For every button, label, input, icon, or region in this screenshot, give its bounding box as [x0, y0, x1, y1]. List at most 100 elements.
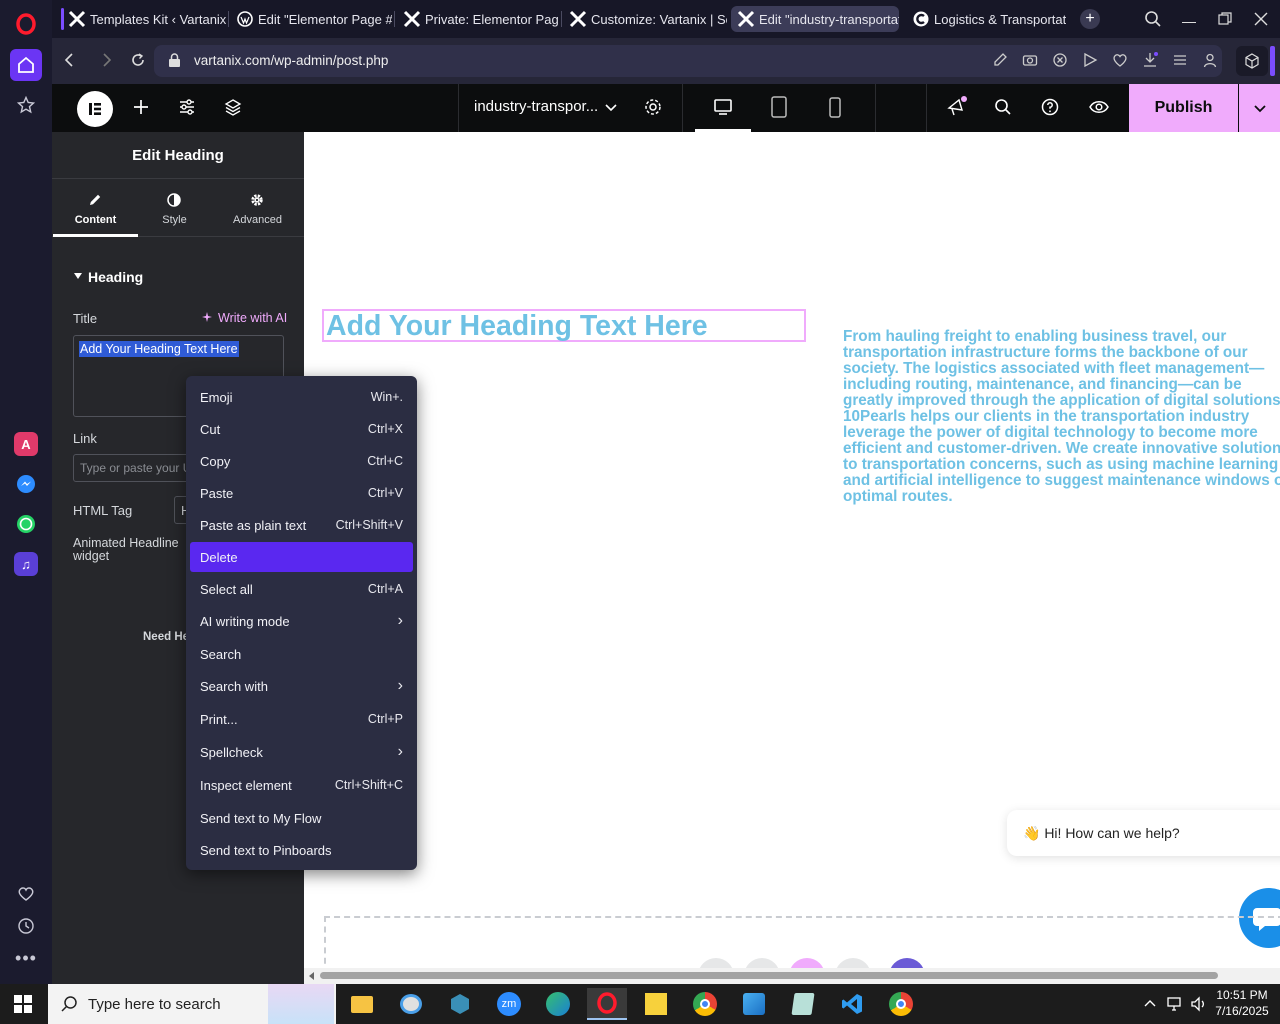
play-icon[interactable]: [1082, 52, 1098, 68]
scroll-left-arrow-icon[interactable]: [308, 972, 316, 980]
page-settings-gear-icon[interactable]: [644, 98, 662, 116]
tab-5[interactable]: Edit "industry-transportati: [731, 6, 899, 32]
aria-app-icon[interactable]: A: [10, 428, 42, 460]
heading-text: Add Your Heading Text Here: [326, 310, 708, 342]
hex-app-icon[interactable]: [440, 988, 480, 1020]
taskbar-search-box[interactable]: Type here to search: [48, 984, 336, 1024]
scrollbar-thumb[interactable]: [320, 972, 1218, 979]
paint-app-icon[interactable]: [391, 988, 431, 1020]
tab-3[interactable]: Private: Elementor Page #: [397, 6, 559, 32]
write-with-ai-button[interactable]: Write with AI: [202, 311, 287, 325]
horizontal-scrollbar[interactable]: [304, 968, 1280, 984]
volume-icon[interactable]: [1190, 996, 1208, 1012]
menu-item-print[interactable]: Print... Ctrl+P: [190, 704, 413, 734]
menu-item-inspect-element[interactable]: Inspect element Ctrl+Shift+C: [190, 770, 413, 800]
settings-sliders-icon[interactable]: [178, 98, 196, 116]
tab-1[interactable]: Templates Kit ‹ Vartanix —: [62, 6, 226, 32]
windows-start-icon[interactable]: [14, 995, 32, 1013]
add-element-icon[interactable]: [132, 98, 150, 116]
desktop-icon: [714, 98, 732, 115]
whatsapp-icon[interactable]: [10, 508, 42, 540]
need-help-link[interactable]: Need He: [143, 631, 189, 643]
elementor-logo-icon[interactable]: [77, 91, 113, 127]
menu-item-emoji[interactable]: Emoji Win+.: [190, 382, 413, 412]
menu-item-cut[interactable]: Cut Ctrl+X: [190, 414, 413, 444]
menu-item-paste-as-plain-text[interactable]: Paste as plain text Ctrl+Shift+V: [190, 510, 413, 540]
publish-options-button[interactable]: [1239, 84, 1280, 132]
photos-app-icon[interactable]: [734, 988, 774, 1020]
chevron-right-icon: ›: [397, 743, 403, 760]
star-icon[interactable]: [10, 89, 42, 121]
favorite-heart-icon[interactable]: [1112, 52, 1128, 68]
chrome-profile-icon[interactable]: [881, 988, 921, 1020]
edit-icon[interactable]: [992, 52, 1008, 68]
vscode-icon[interactable]: [832, 988, 872, 1020]
menu-item-copy[interactable]: Copy Ctrl+C: [190, 446, 413, 476]
whats-new-megaphone-icon[interactable]: [946, 96, 968, 118]
tab-label: Customize: Vartanix | Soft: [591, 11, 727, 27]
camera-icon[interactable]: [1022, 52, 1038, 68]
link-label: Link: [73, 431, 97, 446]
menu-item-search[interactable]: Search: [190, 639, 413, 669]
preview-eye-icon[interactable]: [1089, 99, 1109, 115]
profile-icon[interactable]: [1202, 52, 1218, 68]
minimize-button[interactable]: [1182, 10, 1196, 28]
maximize-button[interactable]: [1218, 12, 1232, 26]
new-tab-button[interactable]: +: [1080, 9, 1100, 29]
tab-2[interactable]: Edit "Elementor Page #10: [230, 6, 392, 32]
menu-item-label: Copy: [200, 453, 231, 469]
tab-advanced[interactable]: Advanced: [215, 180, 300, 237]
more-icon[interactable]: •••: [10, 942, 42, 974]
tab-4[interactable]: Customize: Vartanix | Soft: [563, 6, 727, 32]
heart-icon[interactable]: [10, 878, 42, 910]
tray-chevron-up-icon[interactable]: [1143, 997, 1157, 1011]
easy-setup-icon[interactable]: [1172, 52, 1188, 68]
menu-item-send-text-to-my-flow[interactable]: Send text to My Flow: [190, 803, 413, 833]
tab-6[interactable]: Logistics & Transportation: [906, 6, 1066, 32]
network-icon[interactable]: [1166, 996, 1184, 1012]
layers-icon[interactable]: [224, 98, 242, 116]
messenger-icon[interactable]: [10, 468, 42, 500]
help-icon[interactable]: [1041, 98, 1059, 116]
opera-taskbar-icon[interactable]: [587, 988, 627, 1020]
chevron-down-icon[interactable]: [604, 100, 618, 114]
reload-icon[interactable]: [130, 52, 146, 68]
finder-search-icon[interactable]: [994, 98, 1012, 116]
menu-item-delete[interactable]: Delete: [190, 542, 413, 572]
notepad-app-icon[interactable]: [783, 988, 823, 1020]
music-player-icon[interactable]: ♫: [10, 548, 42, 580]
tablet-view-icon[interactable]: [770, 96, 788, 118]
publish-button[interactable]: Publish: [1129, 84, 1238, 132]
zoom-app-icon[interactable]: zm: [489, 988, 529, 1020]
extensions-cube-icon[interactable]: [1236, 46, 1268, 76]
menu-item-paste[interactable]: Paste Ctrl+V: [190, 478, 413, 508]
text-editor-widget[interactable]: From hauling freight to enabling busines…: [843, 329, 1280, 505]
close-window-button[interactable]: [1254, 12, 1268, 26]
tab-search-icon[interactable]: [1144, 10, 1162, 28]
menu-item-ai-writing-mode[interactable]: AI writing mode ›: [190, 606, 413, 636]
forward-icon[interactable]: [98, 52, 114, 68]
mobile-view-icon[interactable]: [828, 97, 842, 119]
chat-greeting-bubble[interactable]: 👋 Hi! How can we help?: [1007, 810, 1280, 856]
home-icon[interactable]: [10, 49, 42, 81]
chrome-icon[interactable]: [685, 988, 725, 1020]
section-title[interactable]: Heading: [88, 269, 143, 285]
clock[interactable]: 10:51 PM 7/16/2025: [1212, 987, 1272, 1019]
menu-item-spellcheck[interactable]: Spellcheck ›: [190, 737, 413, 767]
menu-item-send-text-to-pinboards[interactable]: Send text to Pinboards: [190, 835, 413, 865]
desktop-view-button[interactable]: [695, 84, 751, 132]
adblock-icon[interactable]: [1052, 52, 1068, 68]
menu-item-select-all[interactable]: Select all Ctrl+A: [190, 574, 413, 604]
page-name[interactable]: industry-transpor...: [474, 98, 598, 115]
sticky-notes-icon[interactable]: [636, 988, 676, 1020]
heading-widget[interactable]: Add Your Heading Text Here: [322, 309, 806, 342]
download-icon[interactable]: [1142, 52, 1158, 68]
history-icon[interactable]: [10, 910, 42, 942]
back-icon[interactable]: [62, 52, 78, 68]
file-explorer-icon[interactable]: [342, 988, 382, 1020]
tab-content[interactable]: Content: [53, 180, 138, 237]
tab-style[interactable]: Style: [132, 180, 217, 237]
menu-item-search-with[interactable]: Search with ›: [190, 671, 413, 701]
opera-logo-icon[interactable]: [10, 8, 42, 40]
edge-browser-icon[interactable]: [538, 988, 578, 1020]
